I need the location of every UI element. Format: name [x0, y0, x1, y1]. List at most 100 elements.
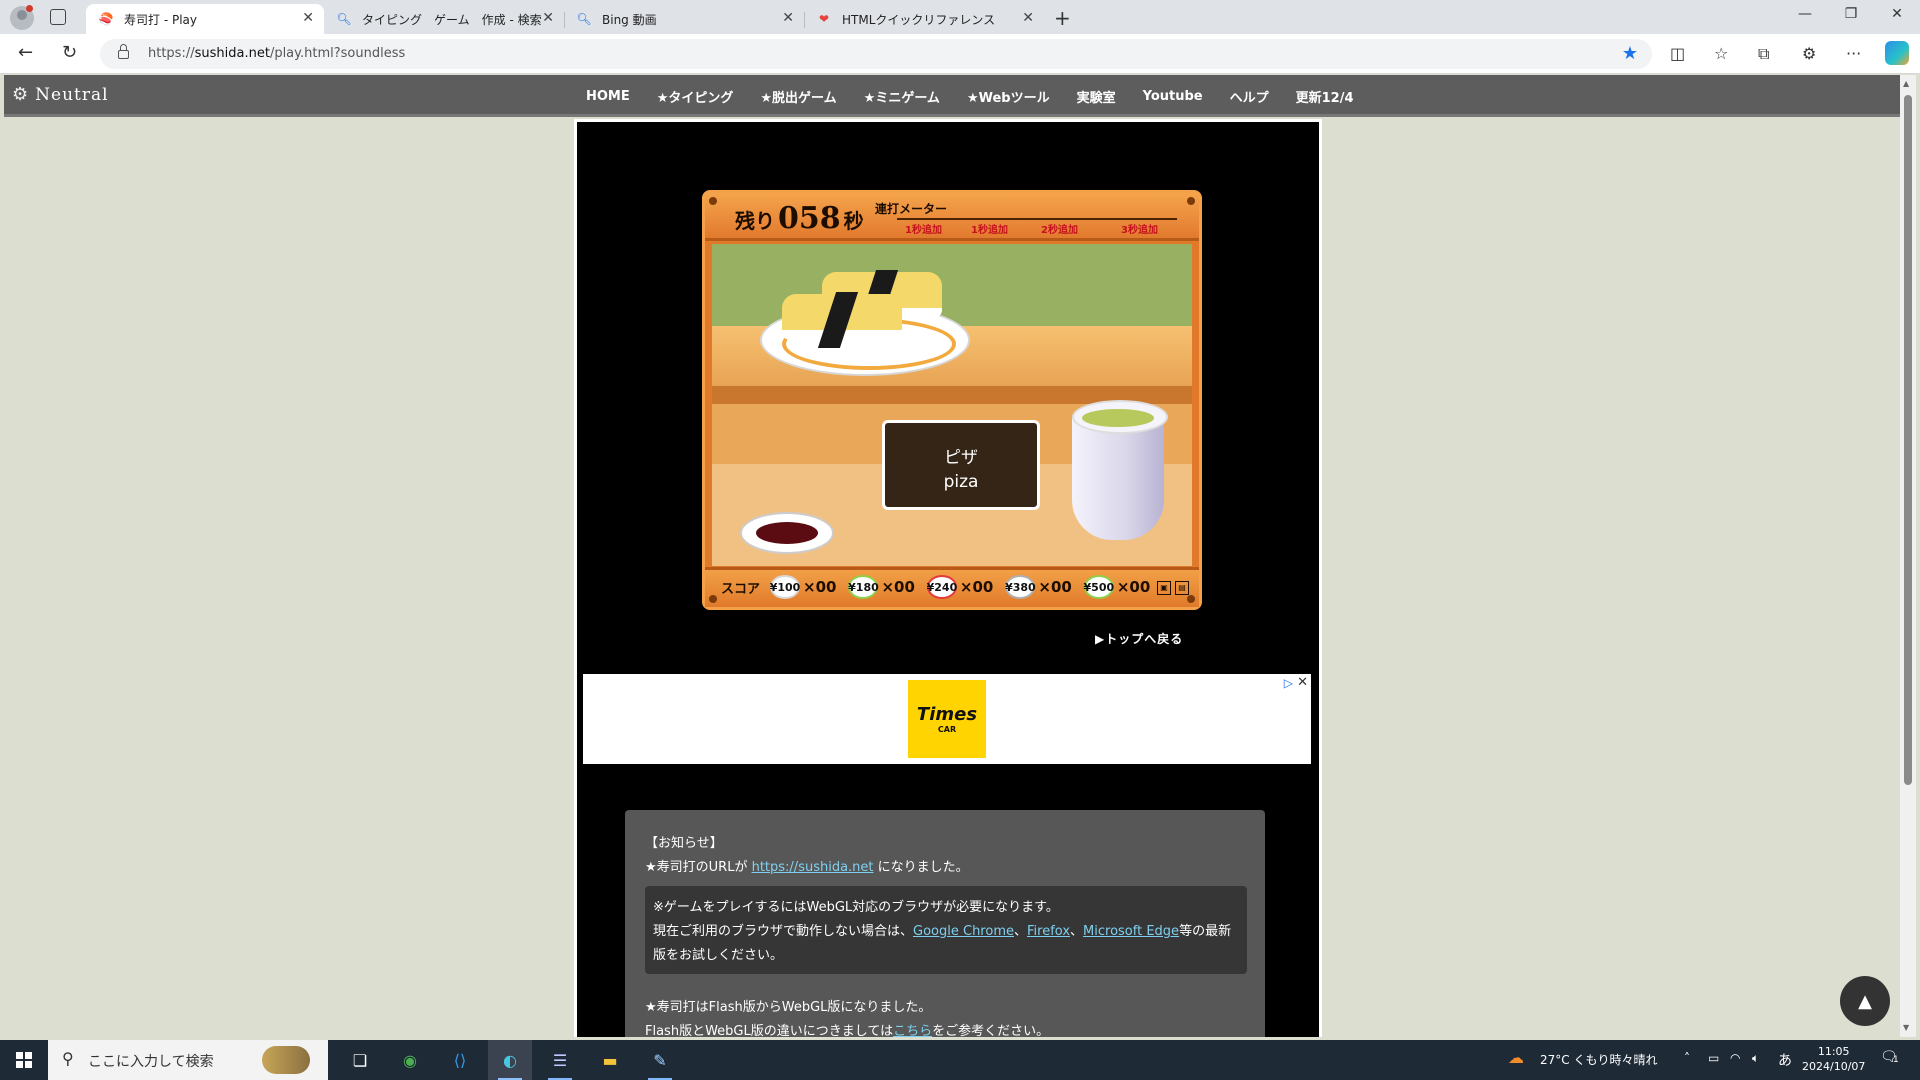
browser-recommendation-text: 現在ご利用のブラウザで動作しない場合は、Google Chrome、Firefo…	[653, 924, 1232, 939]
vscode-icon[interactable]: ⟨⟩	[446, 1046, 474, 1074]
address-bar[interactable]: https://sushida.net/play.html?soundless …	[100, 39, 1652, 69]
close-tab-icon[interactable]: ✕	[542, 10, 554, 26]
menu-web-tools[interactable]: ★Webツール	[967, 87, 1050, 106]
settings-icon[interactable]: ▤	[1175, 581, 1189, 595]
copilot-icon[interactable]	[1885, 41, 1909, 65]
combo-meter-mark: 1秒追加	[971, 225, 1008, 236]
tab-title: HTMLクイックリファレンス	[842, 12, 996, 27]
combo-meter-bar	[897, 218, 1177, 220]
favorites-icon[interactable]: ☆	[1714, 44, 1728, 63]
taskbar-search-placeholder: ここに入力して検索	[88, 1054, 214, 1070]
scrollbar-thumb[interactable]	[1904, 95, 1912, 785]
task-view-icon[interactable]: ❏	[346, 1046, 374, 1074]
menu-updates[interactable]: 更新12/4	[1296, 87, 1354, 106]
back-icon[interactable]: ←	[18, 42, 33, 63]
tab-sushida-play[interactable]: 🍣 寿司打 - Play ✕	[86, 4, 324, 34]
search-icon: 🔍︎	[576, 12, 592, 26]
page-viewport: ⚙ Neutral HOME ★タイピング ★脱出ゲーム ★ミニゲーム ★Web…	[4, 75, 1900, 1037]
file-explorer-icon[interactable]: ▬	[596, 1046, 624, 1074]
close-ad-icon[interactable]: ✕	[1297, 675, 1308, 690]
details-link[interactable]: こちら	[893, 1024, 932, 1037]
scroll-up-icon[interactable]: ▲	[1903, 79, 1909, 88]
refresh-icon[interactable]: ↻	[62, 42, 77, 63]
soy-sauce-dish	[740, 512, 834, 554]
rivet	[709, 197, 717, 205]
sushida-url-link[interactable]: https://sushida.net	[752, 860, 874, 875]
menu-mini-game[interactable]: ★ミニゲーム	[864, 87, 940, 106]
rivet	[1187, 197, 1195, 205]
split-screen-icon[interactable]: ◫	[1670, 44, 1685, 63]
system-clock[interactable]: 11:05 2024/10/07	[1802, 1044, 1865, 1074]
game-stage: 残り 058 秒 連打メーター 1秒追加 1秒追加 2秒追加 3秒追加 ピザ p…	[574, 119, 1322, 1037]
plate-count: ×00	[881, 578, 915, 596]
microsoft-edge-link[interactable]: Microsoft Edge	[1083, 924, 1179, 939]
game-score-bar: スコア ¥100 ×00 ¥180 ×00 ¥240 ×00 ¥380 ×00 ¥500…	[705, 567, 1199, 607]
scroll-to-top-button[interactable]: ▲	[1840, 976, 1890, 1026]
weather-icon[interactable]: ☁	[1508, 1048, 1524, 1067]
menu-help[interactable]: ヘルプ	[1230, 87, 1269, 106]
plate-500-icon: ¥500	[1084, 575, 1114, 599]
notepad-icon[interactable]: ✎	[646, 1046, 674, 1080]
eclipse-icon[interactable]: ☰	[546, 1046, 574, 1080]
edge-icon[interactable]: ◐	[488, 1040, 532, 1080]
new-tab-button[interactable]: +	[1054, 6, 1071, 30]
favorite-star-icon[interactable]: ★	[1622, 43, 1638, 64]
fullscreen-icon[interactable]: ▣	[1157, 581, 1171, 595]
notice-heading: 【お知らせ】	[645, 836, 723, 851]
windows-start-icon[interactable]	[16, 1052, 32, 1068]
tab-actions-icon[interactable]	[50, 9, 66, 25]
ad-choices-icon[interactable]: ▷	[1284, 676, 1293, 690]
close-window-button[interactable]: ✕	[1874, 6, 1920, 22]
chrome-icon[interactable]: ◉	[396, 1046, 424, 1074]
firefox-link[interactable]: Firefox	[1027, 924, 1070, 939]
advertisement-banner[interactable]: Times CAR ▷ ✕	[583, 674, 1311, 764]
ime-indicator[interactable]: あ	[1778, 1050, 1792, 1070]
word-japanese: ピザ	[944, 448, 978, 468]
menu-typing[interactable]: ★タイピング	[657, 87, 734, 106]
tab-bing-video[interactable]: 🔍︎ Bing 動画 ✕	[564, 4, 805, 34]
menu-home[interactable]: HOME	[586, 89, 630, 104]
plate-count: ×00	[1116, 578, 1151, 596]
restore-button[interactable]: ❐	[1828, 6, 1874, 22]
site-logo[interactable]: ⚙ Neutral	[12, 84, 109, 105]
menu-youtube[interactable]: Youtube	[1143, 89, 1203, 104]
tab-title: Bing 動画	[602, 12, 657, 27]
close-tab-icon[interactable]: ✕	[302, 10, 314, 26]
search-highlight-image	[262, 1046, 310, 1074]
tea-cup	[1072, 400, 1168, 540]
wifi-icon[interactable]: ◠	[1730, 1051, 1740, 1065]
combo-meter-title: 連打メーター	[875, 202, 948, 216]
webgl-notice-box: ※ゲームをプレイするにはWebGL対応のブラウザが必要になります。 現在ご利用の…	[645, 886, 1247, 974]
extensions-icon[interactable]: ⚙	[1802, 44, 1816, 63]
taskbar-search[interactable]: ⚲ ここに入力して検索	[48, 1040, 328, 1080]
google-chrome-link[interactable]: Google Chrome	[913, 924, 1014, 939]
site-logo-text: Neutral	[35, 84, 109, 105]
volume-muted-icon[interactable]: 🔈︎	[1752, 1051, 1759, 1066]
tab-typing-search[interactable]: 🔍︎ タイピング ゲーム 作成 - 検索 ✕	[324, 4, 565, 34]
game-board[interactable]: 残り 058 秒 連打メーター 1秒追加 1秒追加 2秒追加 3秒追加 ピザ p…	[702, 190, 1202, 610]
show-hidden-icons[interactable]: ˄	[1684, 1051, 1690, 1065]
close-tab-icon[interactable]: ✕	[782, 10, 794, 26]
lock-icon[interactable]	[118, 44, 129, 59]
minimize-button[interactable]: —	[1782, 6, 1828, 22]
close-tab-icon[interactable]: ✕	[1022, 10, 1034, 26]
times-car-logo[interactable]: Times CAR	[908, 680, 986, 758]
page-scrollbar[interactable]: ▲ ▼	[1900, 75, 1916, 1037]
scroll-down-icon[interactable]: ▼	[1903, 1023, 1909, 1032]
browser-recommendation-text-cont: 版をお試しください。	[653, 948, 784, 963]
menu-lab[interactable]: 実験室	[1077, 87, 1116, 106]
menu-escape-game[interactable]: ★脱出ゲーム	[760, 87, 836, 106]
collections-icon[interactable]: ⧉	[1758, 44, 1769, 64]
plate-count: ×00	[803, 578, 837, 596]
more-menu-icon[interactable]: ···	[1846, 44, 1861, 63]
flash-to-webgl-text: ★寿司打はFlash版からWebGL版になりました。	[645, 1000, 932, 1015]
device-icon[interactable]: ▭	[1708, 1051, 1719, 1065]
gear-icon: ⚙	[12, 84, 30, 105]
tab-html-reference[interactable]: ❤ HTMLクイックリファレンス ✕	[804, 4, 1044, 34]
back-to-top-link[interactable]: ▶トップへ戻る	[1095, 630, 1183, 647]
rivet	[709, 595, 717, 603]
timer-value: 058	[778, 201, 841, 236]
combo-meter-mark: 3秒追加	[1121, 225, 1158, 236]
url-text[interactable]: https://sushida.net/play.html?soundless	[148, 46, 405, 61]
weather-text[interactable]: 27°C くもり時々晴れ	[1540, 1051, 1657, 1068]
